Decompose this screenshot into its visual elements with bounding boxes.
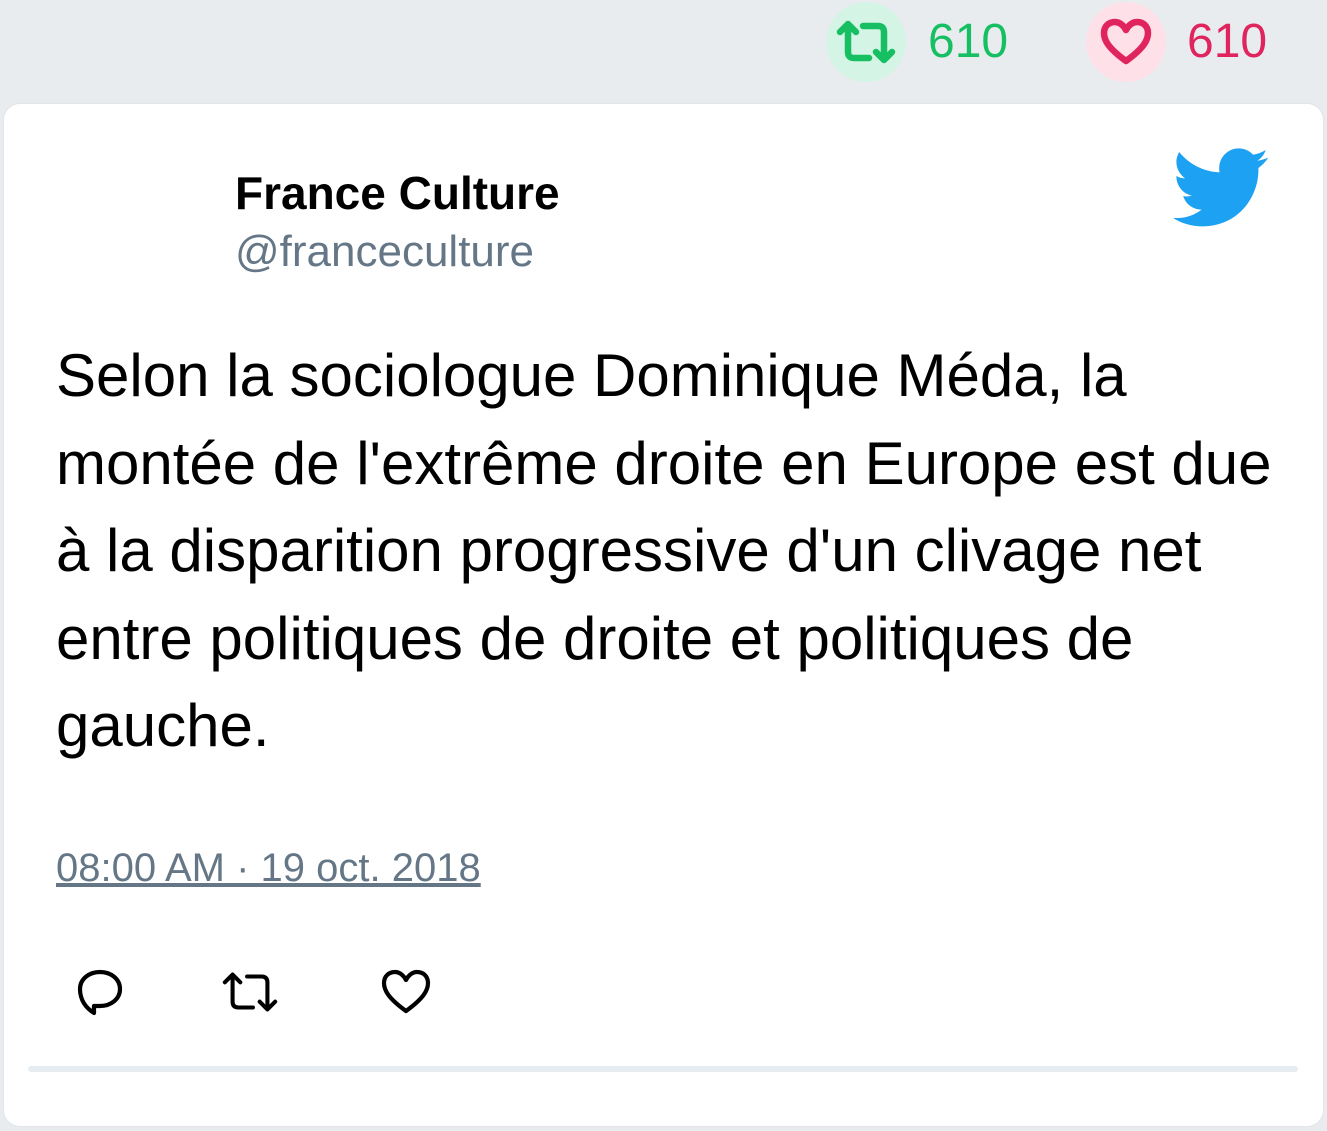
like-button[interactable] (376, 962, 436, 1022)
retweet-button[interactable] (220, 962, 280, 1022)
tweet-timestamp-link[interactable]: 08:00 AM · 19 oct. 2018 (56, 844, 481, 892)
like-count: 610 (1187, 15, 1268, 68)
author-name[interactable]: France Culture (235, 166, 560, 220)
tweet-text: Selon la sociologue Dominique Méda, la m… (56, 342, 1272, 759)
retweet-icon (836, 20, 896, 64)
reply-button[interactable] (70, 962, 130, 1022)
like-stat-button[interactable] (1086, 2, 1166, 82)
retweet-count: 610 (928, 15, 1009, 68)
heart-icon (1100, 18, 1152, 65)
twitter-bird-icon[interactable] (1174, 148, 1270, 228)
tweet-card: France Culture @franceculture Selon la s… (4, 104, 1323, 1126)
engagement-summary: 610 610 (0, 0, 1327, 84)
reply-icon (77, 969, 123, 1016)
divider (28, 1066, 1298, 1072)
retweet-icon (222, 972, 278, 1012)
retweet-stat-button[interactable] (826, 2, 906, 82)
author-handle[interactable]: @franceculture (235, 226, 534, 278)
heart-icon (381, 969, 431, 1014)
